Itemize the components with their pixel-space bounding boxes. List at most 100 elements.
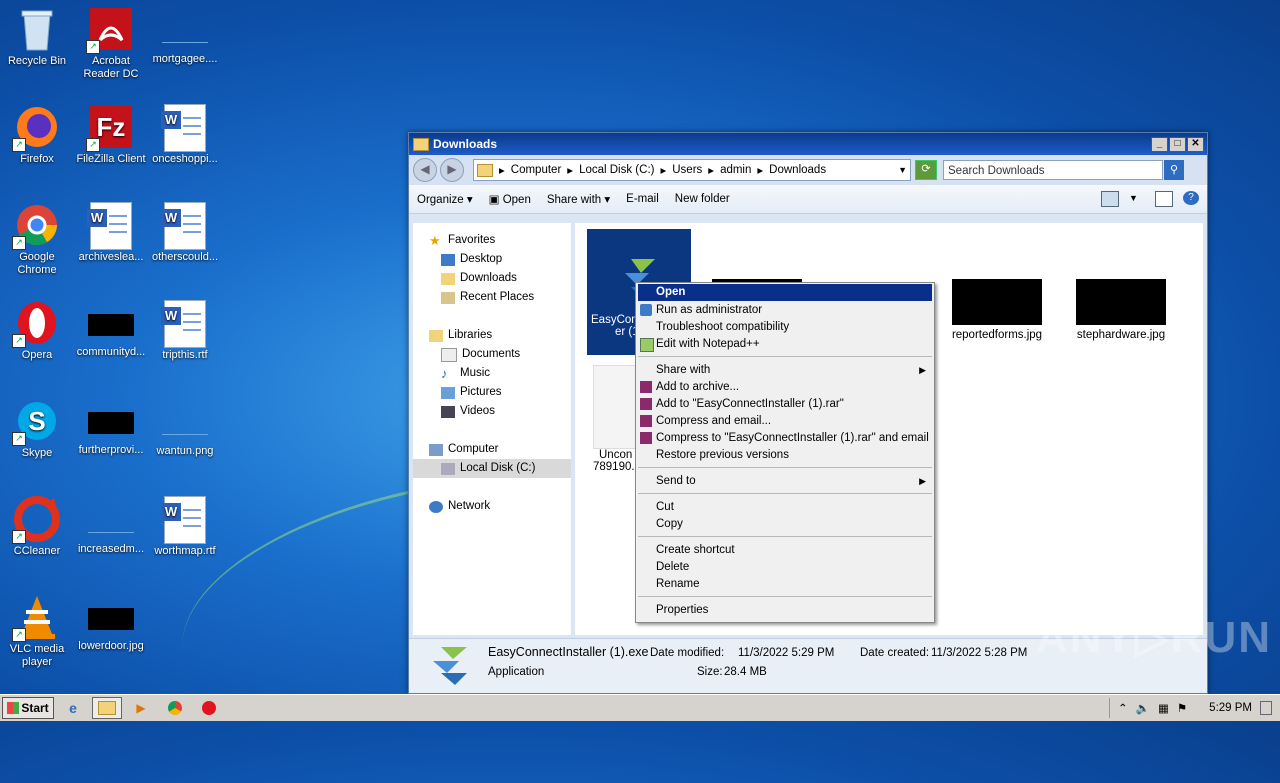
search-icon[interactable]: ⚲: [1164, 160, 1184, 180]
back-button[interactable]: ◀: [413, 158, 437, 182]
close-button[interactable]: ✕: [1187, 136, 1204, 152]
clock[interactable]: 5:29 PM: [1209, 702, 1252, 714]
documents-icon: [441, 347, 457, 362]
nav-music[interactable]: ♪ Music: [413, 364, 571, 383]
desktop-icon-lowerdoor[interactable]: lowerdoor.jpg: [74, 594, 148, 653]
refresh-icon[interactable]: ⟳: [915, 160, 937, 180]
taskbar-explorer-icon[interactable]: [92, 697, 122, 719]
desktop-icon-recycle-bin[interactable]: Recycle Bin: [0, 6, 74, 68]
menu-separator: [638, 536, 932, 537]
breadcrumb-local-disk[interactable]: Local Disk (C:): [579, 164, 654, 176]
document-icon: [593, 365, 639, 449]
menu-item-send-to[interactable]: Send to ▶: [638, 473, 932, 490]
windows-logo-icon: [7, 702, 20, 714]
nav-recent-places[interactable]: Recent Places: [413, 288, 571, 307]
breadcrumb-admin[interactable]: admin: [720, 164, 751, 176]
menu-item-compress-rar-email[interactable]: Compress to "EasyConnectInstaller (1).ra…: [638, 430, 932, 447]
desktop-icon-worthmap[interactable]: W worthmap.rtf: [148, 496, 222, 558]
desktop-icon-tripthis[interactable]: W tripthis.rtf: [148, 300, 222, 362]
show-desktop-icon[interactable]: [1260, 701, 1272, 715]
desktop-icon-firefox[interactable]: ↗ Firefox: [0, 104, 74, 166]
menu-item-open[interactable]: Open: [638, 284, 932, 301]
nav-documents[interactable]: Documents: [413, 345, 571, 364]
file-item-stephardware[interactable]: stephardware.jpg: [1069, 279, 1173, 341]
menu-item-rename[interactable]: Rename: [638, 576, 932, 593]
forward-button[interactable]: ▶: [440, 158, 464, 182]
shortcut-arrow-icon: ↗: [86, 138, 100, 152]
title-bar[interactable]: Downloads _ □ ✕: [409, 133, 1207, 155]
menu-separator: [638, 356, 932, 357]
menu-item-edit-notepad[interactable]: Edit with Notepad++: [638, 336, 932, 353]
menu-item-run-as-admin[interactable]: Run as administrator: [638, 302, 932, 319]
change-view-icon[interactable]: [1101, 191, 1119, 207]
help-icon[interactable]: ?: [1183, 191, 1199, 205]
tray-expand-icon[interactable]: ⌃: [1118, 701, 1128, 715]
share-with-button[interactable]: Share with ▾: [547, 192, 610, 206]
nav-favorites[interactable]: ★ Favorites: [413, 231, 571, 250]
folder-small-icon: [477, 163, 493, 177]
command-bar: Organize ▾ ▣ Open Share with ▾ E-mail Ne…: [409, 185, 1207, 214]
search-input[interactable]: Search Downloads: [943, 160, 1163, 180]
menu-item-properties[interactable]: Properties: [638, 602, 932, 619]
volume-icon[interactable]: 🔈: [1136, 701, 1150, 715]
file-item-reportedforms[interactable]: reportedforms.jpg: [945, 279, 1049, 341]
dropdown-arrow-icon[interactable]: ▼: [898, 165, 907, 175]
desktop-icon-chrome[interactable]: ↗ Google Chrome: [0, 202, 74, 277]
nav-downloads[interactable]: Downloads: [413, 269, 571, 288]
menu-item-troubleshoot[interactable]: Troubleshoot compatibility: [638, 319, 932, 336]
menu-item-cut[interactable]: Cut: [638, 499, 932, 516]
word-document-icon: W: [161, 300, 208, 348]
address-bar[interactable]: ▸ Computer ▸ Local Disk (C:) ▸ Users ▸ a…: [473, 159, 911, 181]
organize-button[interactable]: Organize ▾: [417, 192, 473, 206]
maximize-button[interactable]: □: [1169, 136, 1186, 152]
action-center-flag-icon[interactable]: ⚑: [1177, 701, 1187, 715]
desktop-icon-otherscould[interactable]: W otherscould...: [148, 202, 222, 264]
nav-pictures[interactable]: Pictures: [413, 383, 571, 402]
taskbar-media-player-icon[interactable]: ▶: [126, 697, 156, 719]
nav-local-disk[interactable]: Local Disk (C:): [413, 459, 571, 478]
desktop-icon-vlc[interactable]: ↗ VLC media player: [0, 594, 74, 669]
desktop-icon-filezilla[interactable]: Fz ↗ FileZilla Client: [74, 104, 148, 166]
minimize-button[interactable]: _: [1151, 136, 1168, 152]
desktop-icon-communityd[interactable]: communityd...: [74, 300, 148, 359]
nav-videos[interactable]: Videos: [413, 402, 571, 421]
view-dropdown-icon[interactable]: ▼: [1129, 191, 1145, 205]
menu-item-add-rar[interactable]: Add to "EasyConnectInstaller (1).rar": [638, 396, 932, 413]
desktop-icon-furtherprovi[interactable]: furtherprovi...: [74, 398, 148, 457]
menu-item-compress-email[interactable]: Compress and email...: [638, 413, 932, 430]
desktop-icon-wantun[interactable]: wantun.png: [148, 398, 222, 458]
menu-item-delete[interactable]: Delete: [638, 559, 932, 576]
menu-item-share-with[interactable]: Share with ▶: [638, 362, 932, 379]
email-button[interactable]: E-mail: [626, 193, 659, 205]
taskbar-chrome-icon[interactable]: [160, 697, 190, 719]
system-tray: ⌃ 🔈 ▦ ⚑ 5:29 PM: [1109, 698, 1280, 718]
preview-pane-icon[interactable]: [1155, 191, 1173, 207]
breadcrumb-users[interactable]: Users: [672, 164, 702, 176]
desktop-icon-archiveslea[interactable]: W archiveslea...: [74, 202, 148, 264]
taskbar-opera-icon[interactable]: [194, 697, 224, 719]
desktop-icon-acrobat[interactable]: ↗ Acrobat Reader DC: [74, 6, 148, 81]
shortcut-arrow-icon: ↗: [12, 138, 26, 152]
shortcut-arrow-icon: ↗: [86, 40, 100, 54]
desktop-icon-opera[interactable]: ↗ Opera: [0, 300, 74, 362]
desktop-icon-increasedm[interactable]: increasedm...: [74, 496, 148, 556]
network-tray-icon[interactable]: ▦: [1158, 701, 1169, 715]
desktop-icon-onceshoppi[interactable]: W onceshoppi...: [148, 104, 222, 166]
breadcrumb-downloads[interactable]: Downloads: [769, 164, 826, 176]
menu-item-copy[interactable]: Copy: [638, 516, 932, 533]
start-button[interactable]: Start: [2, 697, 54, 719]
breadcrumb-computer[interactable]: Computer: [511, 164, 562, 176]
open-button[interactable]: ▣ Open: [489, 192, 531, 206]
new-folder-button[interactable]: New folder: [675, 193, 730, 205]
desktop-icon-ccleaner[interactable]: ↗ CCleaner: [0, 496, 74, 558]
desktop-icon-skype[interactable]: S ↗ Skype: [0, 398, 74, 460]
menu-item-restore-versions[interactable]: Restore previous versions: [638, 447, 932, 464]
menu-item-create-shortcut[interactable]: Create shortcut: [638, 542, 932, 559]
nav-network[interactable]: Network: [413, 497, 571, 516]
nav-libraries[interactable]: Libraries: [413, 326, 571, 345]
taskbar-ie-icon[interactable]: e: [58, 697, 88, 719]
nav-desktop[interactable]: Desktop: [413, 250, 571, 269]
menu-item-add-archive[interactable]: Add to archive...: [638, 379, 932, 396]
desktop-icon-mortgagee[interactable]: mortgagee....: [148, 6, 222, 66]
nav-computer[interactable]: Computer: [413, 440, 571, 459]
